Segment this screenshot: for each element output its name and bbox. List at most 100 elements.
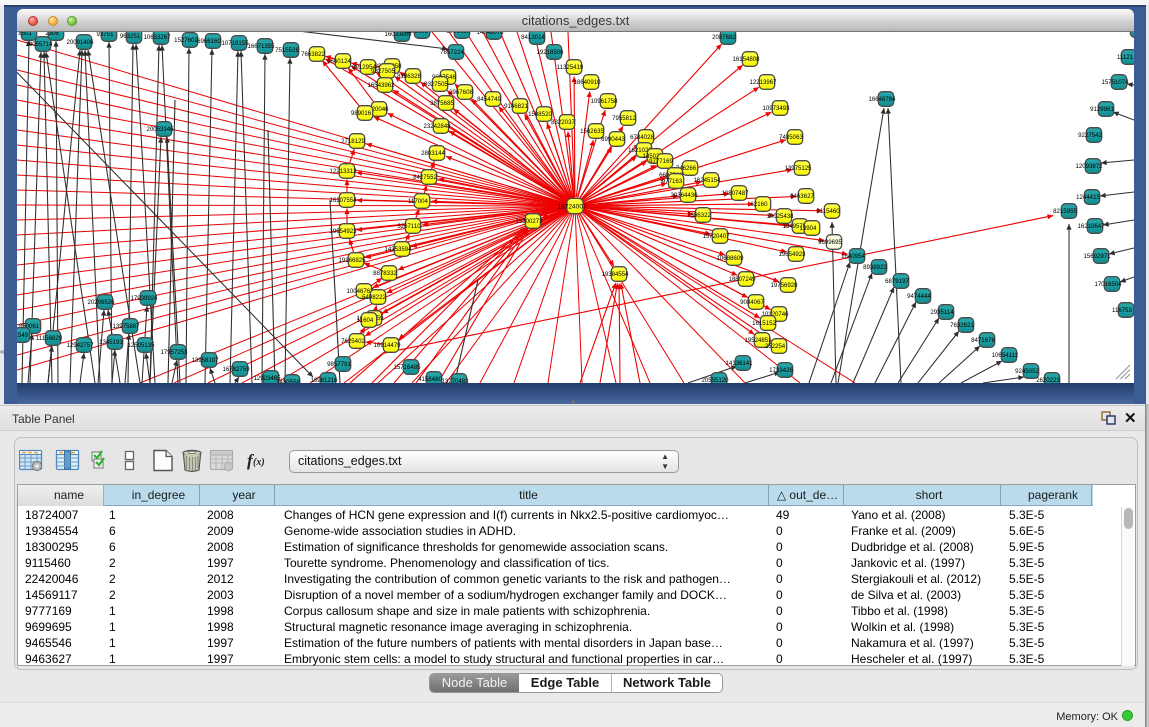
svg-text:9115460: 9115460 [816, 208, 840, 215]
svg-text:11866024: 11866024 [405, 32, 432, 35]
svg-text:2620223: 2620223 [1036, 377, 1060, 383]
svg-text:7955812: 7955812 [612, 115, 636, 122]
svg-text:14055714: 14055714 [25, 41, 53, 48]
svg-text:6879197: 6879197 [885, 278, 909, 285]
svg-text:9463627: 9463627 [790, 193, 814, 200]
svg-text:2306: 2306 [45, 32, 59, 37]
svg-text:13904: 13904 [800, 225, 818, 232]
svg-text:252254: 252254 [765, 343, 786, 350]
svg-text:14248078: 14248078 [476, 32, 504, 36]
svg-text:13270483: 13270483 [441, 378, 469, 383]
svg-text:16107554: 16107554 [329, 197, 357, 204]
svg-text:18640910: 18640910 [573, 79, 601, 86]
svg-text:1345193: 1345193 [99, 339, 123, 346]
svg-text:14136141: 14136141 [725, 360, 753, 367]
svg-text:10807487: 10807487 [721, 190, 749, 197]
svg-text:989016: 989016 [351, 110, 372, 117]
svg-text:16782759: 16782759 [222, 366, 250, 373]
svg-text:20364436: 20364436 [670, 192, 698, 199]
svg-text:19756928: 19756928 [770, 282, 798, 289]
svg-text:3430558: 3430558 [276, 379, 300, 383]
svg-text:19654923: 19654923 [329, 228, 357, 235]
svg-text:12093872: 12093872 [1075, 163, 1103, 170]
svg-text:5498222: 5498222 [362, 294, 386, 301]
svg-text:6966160: 6966160 [197, 38, 221, 45]
svg-text:2718129: 2718129 [341, 138, 365, 145]
svg-text:1733426: 1733426 [769, 367, 793, 374]
svg-text:1588520: 1588520 [528, 111, 552, 118]
svg-text:7515526: 7515526 [275, 47, 299, 54]
svg-text:2935114: 2935114 [930, 309, 954, 316]
svg-text:15300273: 15300273 [515, 218, 543, 225]
svg-text:19654923: 19654923 [778, 251, 806, 258]
svg-text:19218506: 19218506 [536, 49, 564, 56]
svg-text:9245052: 9245052 [1015, 368, 1039, 375]
svg-text:9146821: 9146821 [504, 103, 528, 110]
svg-text:8501: 8501 [18, 32, 32, 37]
svg-text:93751: 93751 [97, 32, 115, 38]
svg-text:1562635: 1562635 [580, 128, 604, 135]
svg-text:20555120: 20555120 [701, 377, 729, 383]
svg-text:6734028: 6734028 [630, 134, 654, 141]
svg-text:9474444: 9474444 [907, 293, 931, 300]
svg-text:8427552: 8427552 [413, 174, 437, 181]
svg-text:8471676: 8471676 [971, 337, 995, 344]
svg-text:16671355: 16671355 [247, 43, 275, 50]
svg-text:9084067: 9084067 [740, 299, 764, 306]
svg-text:7386322: 7386322 [687, 212, 711, 219]
svg-text:15720407: 15720407 [702, 233, 730, 240]
svg-text:17939924: 17939924 [130, 295, 158, 302]
svg-text:8454749: 8454749 [477, 96, 501, 103]
svg-text:19166825: 19166825 [338, 257, 366, 264]
svg-text:7485063: 7485063 [779, 134, 803, 141]
svg-text:9857791: 9857791 [327, 361, 351, 368]
svg-text:116753: 116753 [1112, 307, 1132, 314]
svg-text:8878332: 8878332 [373, 270, 397, 277]
svg-text:8413014: 8413014 [521, 34, 545, 41]
svg-text:10025438: 10025438 [766, 213, 794, 220]
svg-text:12213313: 12213313 [329, 168, 357, 175]
svg-text:12213967: 12213967 [749, 79, 777, 86]
svg-text:15692971: 15692971 [1083, 253, 1111, 260]
svg-text:3267110: 3267110 [397, 223, 421, 230]
svg-text:10653267: 10653267 [143, 34, 171, 41]
svg-text:2087682: 2087682 [712, 34, 736, 41]
svg-text:12505135: 12505135 [127, 342, 155, 349]
svg-text:9777169: 9777169 [649, 158, 673, 165]
svg-text:10961758: 10961758 [590, 98, 618, 105]
svg-text:16154808: 16154808 [732, 56, 760, 63]
svg-text:8322037: 8322037 [551, 119, 575, 126]
svg-text:14353594: 14353594 [384, 246, 412, 253]
svg-text:1244415: 1244415 [1076, 194, 1100, 201]
svg-text:12942757: 12942757 [66, 342, 94, 349]
svg-text:9327505: 9327505 [424, 81, 448, 88]
svg-text:9827505: 9827505 [371, 68, 395, 75]
svg-text:8186328: 8186328 [397, 73, 421, 80]
svg-text:10688609: 10688609 [716, 255, 744, 262]
svg-text:391549: 391549 [17, 332, 29, 339]
svg-text:17957253: 17957253 [160, 349, 188, 356]
svg-text:1640954: 1640954 [841, 253, 865, 260]
svg-text:20206526: 20206526 [87, 299, 115, 306]
svg-text:13975887: 13975887 [112, 323, 140, 330]
svg-text:6061658: 6061658 [446, 32, 470, 35]
svg-text:22841736: 22841736 [1120, 32, 1134, 34]
svg-text:16914479: 16914479 [373, 342, 401, 349]
svg-text:16245154: 16245154 [693, 177, 721, 184]
svg-text:117004: 117004 [408, 198, 428, 205]
svg-text:7857224: 7857224 [440, 49, 464, 56]
svg-text:11156829: 11156829 [36, 335, 63, 342]
svg-text:8215955: 8215955 [1053, 208, 1077, 215]
svg-text:18724007: 18724007 [557, 203, 587, 210]
svg-text:16210647: 16210647 [1077, 223, 1105, 230]
svg-text:15751074: 15751074 [1101, 79, 1129, 86]
svg-text:11121: 11121 [1117, 54, 1134, 61]
svg-text:1527602: 1527602 [174, 37, 198, 44]
svg-text:3875685: 3875685 [430, 100, 454, 107]
svg-text:7663822: 7663822 [301, 51, 325, 58]
svg-text:4158480: 4158480 [418, 376, 442, 383]
svg-text:16543962: 16543962 [367, 82, 395, 89]
svg-text:(x): (x) [253, 457, 265, 468]
svg-text:9699695: 9699695 [818, 239, 842, 246]
svg-text:9129961: 9129961 [1090, 106, 1114, 113]
